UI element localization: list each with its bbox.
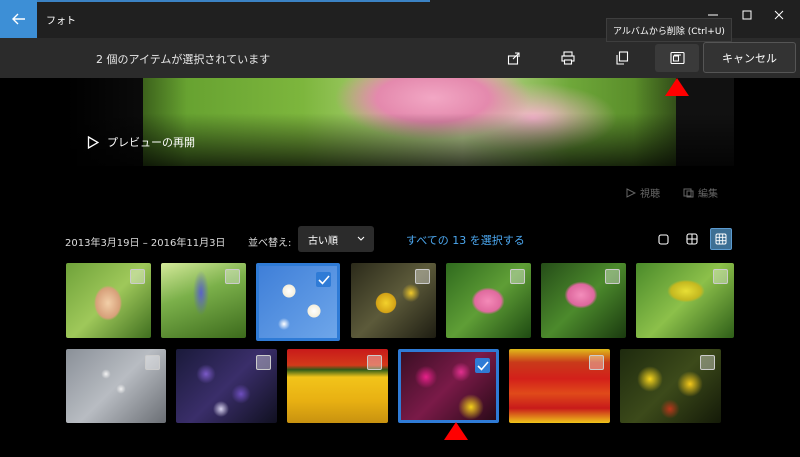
photo-checkbox[interactable] bbox=[510, 269, 525, 284]
photo-thumbnail[interactable] bbox=[541, 263, 626, 338]
photo-thumbnail[interactable] bbox=[66, 263, 151, 338]
square-icon bbox=[657, 233, 669, 245]
app-title: フォト bbox=[46, 16, 76, 27]
photo-thumbnail-selected[interactable] bbox=[256, 263, 340, 341]
photo-thumbnail[interactable] bbox=[620, 349, 721, 423]
back-arrow-icon bbox=[11, 13, 25, 25]
photo-checkbox[interactable] bbox=[130, 269, 145, 284]
photo-checkbox[interactable] bbox=[713, 269, 728, 284]
close-icon bbox=[774, 10, 784, 20]
play-icon bbox=[626, 187, 636, 198]
share-button[interactable] bbox=[494, 44, 534, 72]
print-icon bbox=[561, 51, 575, 65]
photo-checkbox-checked[interactable] bbox=[316, 272, 331, 287]
print-button[interactable] bbox=[548, 44, 588, 72]
selection-count-text: 2 個のアイテムが選択されています bbox=[96, 53, 271, 66]
photo-checkbox[interactable] bbox=[256, 355, 271, 370]
photo-thumbnail[interactable] bbox=[351, 263, 436, 338]
photo-thumbnail[interactable] bbox=[446, 263, 531, 338]
copy-icon bbox=[616, 51, 629, 65]
sort-label: 並べ替え: bbox=[248, 238, 292, 249]
photo-thumbnail[interactable] bbox=[66, 349, 166, 423]
select-all-link[interactable]: すべての 13 を選択する bbox=[406, 232, 525, 248]
sort-value: 古い順 bbox=[308, 235, 338, 247]
remove-from-album-button[interactable] bbox=[655, 44, 699, 72]
edit-label: 編集 bbox=[698, 189, 718, 200]
maximize-icon bbox=[742, 10, 752, 20]
edit-button[interactable]: 編集 bbox=[683, 185, 718, 200]
view-small-button[interactable] bbox=[710, 228, 732, 250]
sort-dropdown[interactable]: 古い順 bbox=[298, 226, 374, 252]
back-button[interactable] bbox=[0, 0, 37, 38]
watch-label: 視聴 bbox=[640, 189, 660, 200]
photo-checkbox[interactable] bbox=[415, 269, 430, 284]
photo-checkbox[interactable] bbox=[589, 355, 604, 370]
photo-checkbox[interactable] bbox=[225, 269, 240, 284]
date-range-text: 2013年3月19日 – 2016年11月3日 bbox=[65, 238, 226, 249]
checkmark-icon bbox=[477, 361, 489, 371]
watch-button[interactable]: 視聴 bbox=[626, 185, 660, 200]
cancel-button[interactable]: キャンセル bbox=[703, 42, 796, 73]
maximize-button[interactable] bbox=[732, 6, 762, 24]
photo-checkbox[interactable] bbox=[700, 355, 715, 370]
photo-checkbox[interactable] bbox=[367, 355, 382, 370]
photo-checkbox-checked[interactable] bbox=[475, 358, 490, 373]
grid-4-icon bbox=[686, 233, 698, 245]
photo-thumbnail[interactable] bbox=[636, 263, 734, 338]
photo-thumbnail-selected[interactable] bbox=[398, 349, 499, 423]
photo-checkbox[interactable] bbox=[145, 355, 160, 370]
play-icon bbox=[87, 135, 99, 149]
photo-checkbox[interactable] bbox=[605, 269, 620, 284]
selection-toolbar: 2 個のアイテムが選択されています キャンセル bbox=[0, 38, 800, 78]
photo-thumbnail[interactable] bbox=[509, 349, 610, 423]
photo-thumbnail[interactable] bbox=[287, 349, 388, 423]
loading-bar bbox=[0, 0, 430, 2]
view-large-button[interactable] bbox=[652, 228, 674, 250]
photo-thumbnail[interactable] bbox=[176, 349, 277, 423]
remove-from-album-tooltip: アルバムから削除 (Ctrl+U) bbox=[606, 18, 732, 42]
copy-button[interactable] bbox=[602, 44, 642, 72]
resume-preview-label: プレビューの再開 bbox=[107, 136, 195, 149]
annotation-arrow bbox=[665, 78, 689, 96]
annotation-arrow bbox=[444, 422, 468, 440]
chevron-down-icon bbox=[357, 236, 365, 241]
close-button[interactable] bbox=[764, 6, 794, 24]
resume-preview-button[interactable]: プレビューの再開 bbox=[87, 134, 195, 150]
grid-9-icon bbox=[715, 233, 727, 245]
checkmark-icon bbox=[318, 275, 330, 285]
share-icon bbox=[507, 52, 520, 65]
photo-thumbnail[interactable] bbox=[161, 263, 246, 338]
remove-from-album-icon bbox=[669, 51, 685, 65]
edit-icon bbox=[683, 188, 694, 197]
view-medium-button[interactable] bbox=[681, 228, 703, 250]
album-preview-banner[interactable]: プレビューの再開 bbox=[67, 78, 734, 166]
